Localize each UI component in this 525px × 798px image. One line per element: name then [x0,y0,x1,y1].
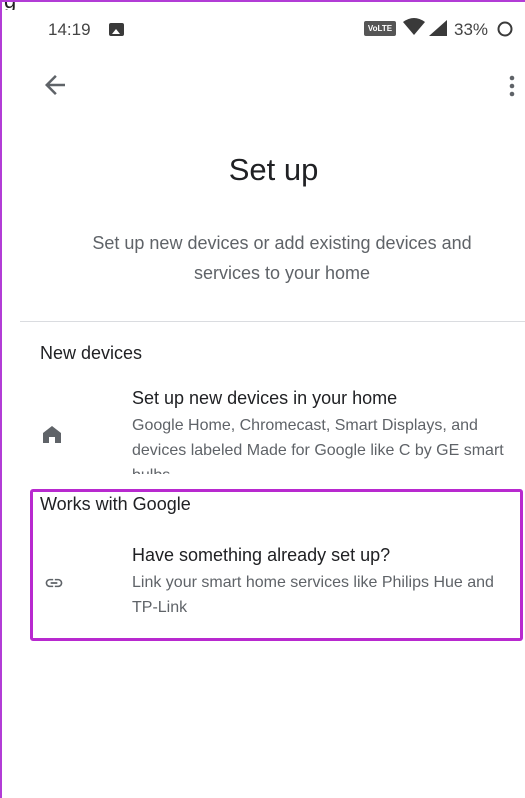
divider [20,321,525,322]
cell-signal-icon [429,20,447,36]
battery-icon [497,21,513,37]
section-header-new-devices: New devices [40,343,143,363]
volte-badge: VoLTE [364,21,396,36]
status-bar: 14:19 VoLTE 33% [22,12,525,50]
app-screen: g 14:19 VoLTE 33% Set up Set up new devi… [0,0,525,798]
home-icon [43,426,61,443]
back-button[interactable] [40,70,70,100]
more-vert-icon [509,75,515,97]
page-title: Set up [228,152,319,187]
new-devices-row[interactable]: Set up new devices in your home Google H… [22,380,525,474]
highlight-annotation-box [30,489,523,641]
wifi-icon [403,18,425,35]
image-notification-icon [109,23,124,36]
page-subtitle: Set up new devices or add existing devic… [92,233,472,283]
battery-percentage: 33% [454,20,489,39]
more-options-button[interactable] [502,72,522,100]
clipped-heading-fragment: g [2,2,66,10]
new-devices-title: Set up new devices in your home [132,388,398,408]
arrow-back-icon [45,75,65,95]
new-devices-description: Google Home, Chromecast, Smart Displays,… [132,417,504,474]
status-time: 14:19 [48,20,91,39]
